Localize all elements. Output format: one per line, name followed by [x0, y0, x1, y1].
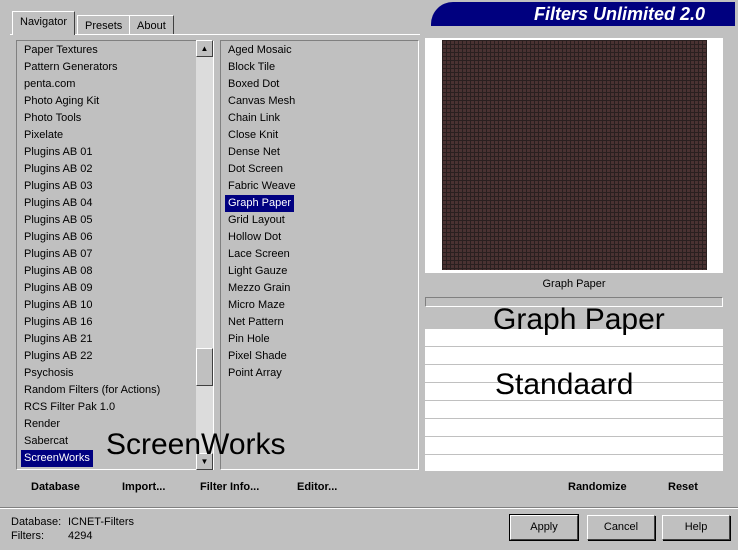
editor-button[interactable]: Editor...	[297, 481, 337, 493]
category-item[interactable]: Plugins AB 03	[21, 178, 96, 195]
category-item[interactable]: Pixelate	[21, 127, 66, 144]
category-item[interactable]: Plugins AB 22	[21, 348, 96, 365]
filter-item[interactable]: Graph Paper	[225, 195, 294, 212]
filter-item[interactable]: Fabric Weave	[225, 178, 299, 195]
filter-item[interactable]: Micro Maze	[225, 297, 288, 314]
category-item[interactable]: Plugins AB 06	[21, 229, 96, 246]
filter-item[interactable]: Pin Hole	[225, 331, 273, 348]
category-item[interactable]: Plugins AB 01	[21, 144, 96, 161]
cancel-button[interactable]: Cancel	[587, 515, 655, 540]
preview-image	[442, 40, 707, 270]
category-item[interactable]: Plugins AB 04	[21, 195, 96, 212]
overlay-category-name: ScreenWorks	[106, 428, 286, 461]
status-database: Database: ICNET-Filters	[11, 516, 134, 528]
separator-highlight	[0, 508, 738, 509]
database-value: ICNET-Filters	[68, 516, 134, 528]
category-item[interactable]: Plugins AB 07	[21, 246, 96, 263]
filter-item[interactable]: Hollow Dot	[225, 229, 284, 246]
category-list[interactable]: Paper Textures Pattern Generators penta.co…	[16, 40, 214, 470]
tab-navigator[interactable]: Navigator	[12, 11, 76, 35]
filters-label: Filters:	[11, 530, 44, 542]
scroll-up-button[interactable]: ▲	[196, 40, 213, 57]
category-item[interactable]: ScreenWorks	[21, 450, 93, 467]
category-item[interactable]: Plugins AB 16	[21, 314, 96, 331]
randomize-button[interactable]: Randomize	[568, 481, 627, 493]
scroll-thumb[interactable]	[196, 348, 213, 386]
category-item[interactable]: Pattern Generators	[21, 59, 121, 76]
database-button[interactable]: Database	[31, 481, 80, 493]
status-filters: Filters: 4294	[11, 530, 92, 542]
filter-item[interactable]: Mezzo Grain	[225, 280, 293, 297]
filter-item[interactable]: Net Pattern	[225, 314, 287, 331]
category-item[interactable]: Plugins AB 09	[21, 280, 96, 297]
filter-list[interactable]: Aged Mosaic Block Tile Boxed Dot Canvas Mes…	[220, 40, 419, 470]
import-button[interactable]: Import...	[122, 481, 165, 493]
category-item[interactable]: Photo Aging Kit	[21, 93, 102, 110]
help-button[interactable]: Help	[662, 515, 730, 540]
overlay-filter-name: Graph Paper	[493, 303, 665, 336]
category-item[interactable]: Plugins AB 05	[21, 212, 96, 229]
filter-item[interactable]: Aged Mosaic	[225, 42, 295, 59]
category-item[interactable]: Plugins AB 10	[21, 297, 96, 314]
category-item[interactable]: Plugins AB 21	[21, 331, 96, 348]
filter-item[interactable]: Pixel Shade	[225, 348, 290, 365]
category-item[interactable]: Photo Tools	[21, 110, 84, 127]
category-item[interactable]: penta.com	[21, 76, 78, 93]
database-label: Database:	[11, 516, 62, 528]
app-title-banner: Filters Unlimited 2.0	[431, 2, 735, 26]
apply-button[interactable]: Apply	[509, 514, 579, 541]
category-item[interactable]: Render	[21, 416, 63, 433]
filter-item[interactable]: Dense Net	[225, 144, 283, 161]
reset-button[interactable]: Reset	[668, 481, 698, 493]
category-item[interactable]: Plugins AB 08	[21, 263, 96, 280]
category-item[interactable]: Random Filters (for Actions)	[21, 382, 163, 399]
tab-about[interactable]: About	[129, 15, 174, 35]
filter-item[interactable]: Boxed Dot	[225, 76, 282, 93]
category-item[interactable]: RCS Filter Pak 1.0	[21, 399, 118, 416]
filter-items: Aged Mosaic Block Tile Boxed Dot Canvas Mes…	[221, 41, 418, 382]
category-item[interactable]: Paper Textures	[21, 42, 101, 59]
category-item[interactable]: Plugins AB 02	[21, 161, 96, 178]
filter-item[interactable]: Grid Layout	[225, 212, 288, 229]
overlay-preset-name: Standaard	[495, 368, 634, 401]
filter-item[interactable]: Dot Screen	[225, 161, 286, 178]
filter-item[interactable]: Chain Link	[225, 110, 283, 127]
preview-caption: Graph Paper	[542, 278, 606, 290]
category-item[interactable]: Sabercat	[21, 433, 71, 450]
category-item[interactable]: Psychosis	[21, 365, 77, 382]
filter-item[interactable]: Canvas Mesh	[225, 93, 298, 110]
tab-presets[interactable]: Presets	[77, 15, 131, 35]
filter-item[interactable]: Block Tile	[225, 59, 278, 76]
filter-info-button[interactable]: Filter Info...	[200, 481, 259, 493]
filter-item[interactable]: Close Knit	[225, 127, 281, 144]
category-scrollbar[interactable]: ▲ ▼	[196, 40, 213, 470]
filter-item[interactable]: Light Gauze	[225, 263, 290, 280]
filters-value: 4294	[68, 530, 93, 542]
category-items: Paper Textures Pattern Generators penta.co…	[17, 41, 213, 467]
filter-item[interactable]: Lace Screen	[225, 246, 293, 263]
filter-item[interactable]: Point Array	[225, 365, 285, 382]
